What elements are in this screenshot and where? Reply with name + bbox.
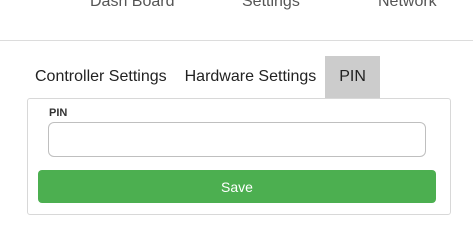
save-button[interactable]: Save (38, 170, 436, 203)
tab-controller-settings[interactable]: Controller Settings (26, 56, 176, 98)
tab-hardware-settings[interactable]: Hardware Settings (176, 56, 326, 98)
pin-label: PIN (49, 107, 68, 119)
nav-item-dashboard[interactable]: Dash Board (90, 0, 175, 11)
pin-input[interactable] (48, 122, 426, 157)
page: Dash Board Settings Network Controller S… (0, 0, 473, 242)
settings-tabs: Controller Settings Hardware Settings PI… (26, 56, 380, 98)
nav-item-network[interactable]: Network (378, 0, 437, 11)
top-navigation: Dash Board Settings Network (0, 0, 473, 41)
pin-panel: PIN Save (27, 98, 451, 215)
nav-item-settings[interactable]: Settings (242, 0, 300, 11)
tab-pin[interactable]: PIN (325, 56, 380, 98)
